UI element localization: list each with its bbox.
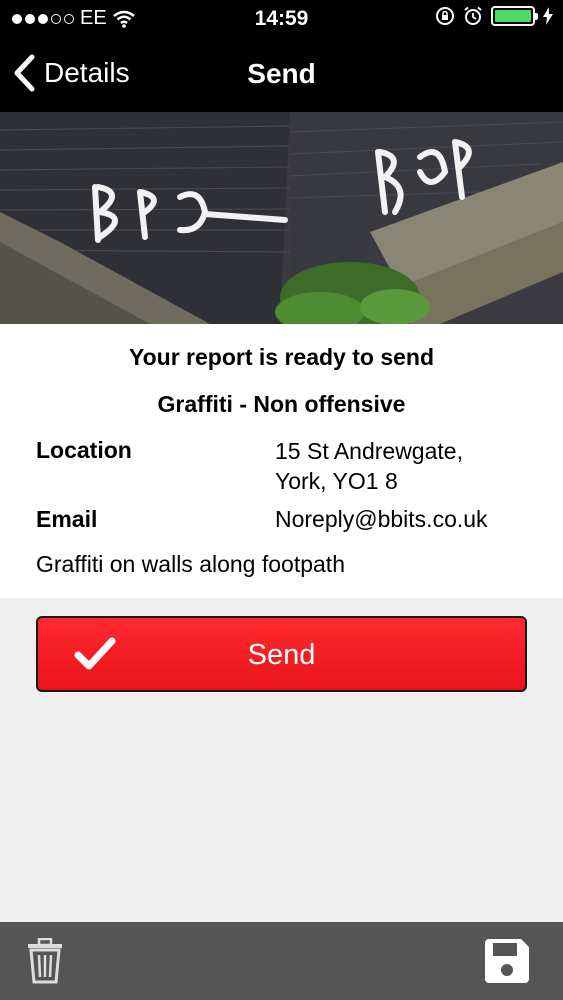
send-button[interactable]: Send xyxy=(36,616,527,692)
send-button-label: Send xyxy=(247,639,316,671)
alarm-icon xyxy=(464,6,482,25)
trash-icon[interactable] xyxy=(26,938,64,984)
charging-bolt-icon xyxy=(543,7,553,25)
top-bar: EE 14:59 Details Send xyxy=(0,0,563,112)
ready-message: Your report is ready to send xyxy=(128,344,435,370)
status-bar: EE 14:59 xyxy=(0,0,563,38)
save-icon[interactable] xyxy=(483,937,531,985)
email-value: Noreply@bbits.co.uk xyxy=(275,506,488,532)
status-right xyxy=(435,6,553,26)
page-title: Send xyxy=(247,58,316,89)
location-line-2: York, YO1 8 xyxy=(275,468,398,494)
rotation-lock-icon xyxy=(436,7,454,25)
email-label: Email xyxy=(36,506,98,532)
report-description: Graffiti on walls along footpath xyxy=(36,551,345,577)
bottom-toolbar xyxy=(0,922,563,1000)
navigation-bar: Details Send xyxy=(0,40,563,112)
location-value: 15 St Andrewgate, York, YO1 8 xyxy=(275,436,463,496)
report-photo xyxy=(0,112,563,324)
battery-icon xyxy=(491,6,538,26)
location-line-1: 15 St Andrewgate, xyxy=(275,438,463,464)
report-category: Graffiti - Non offensive xyxy=(157,391,406,417)
report-summary: Your report is ready to send Graffiti - … xyxy=(0,324,563,598)
location-label: Location xyxy=(36,437,132,463)
